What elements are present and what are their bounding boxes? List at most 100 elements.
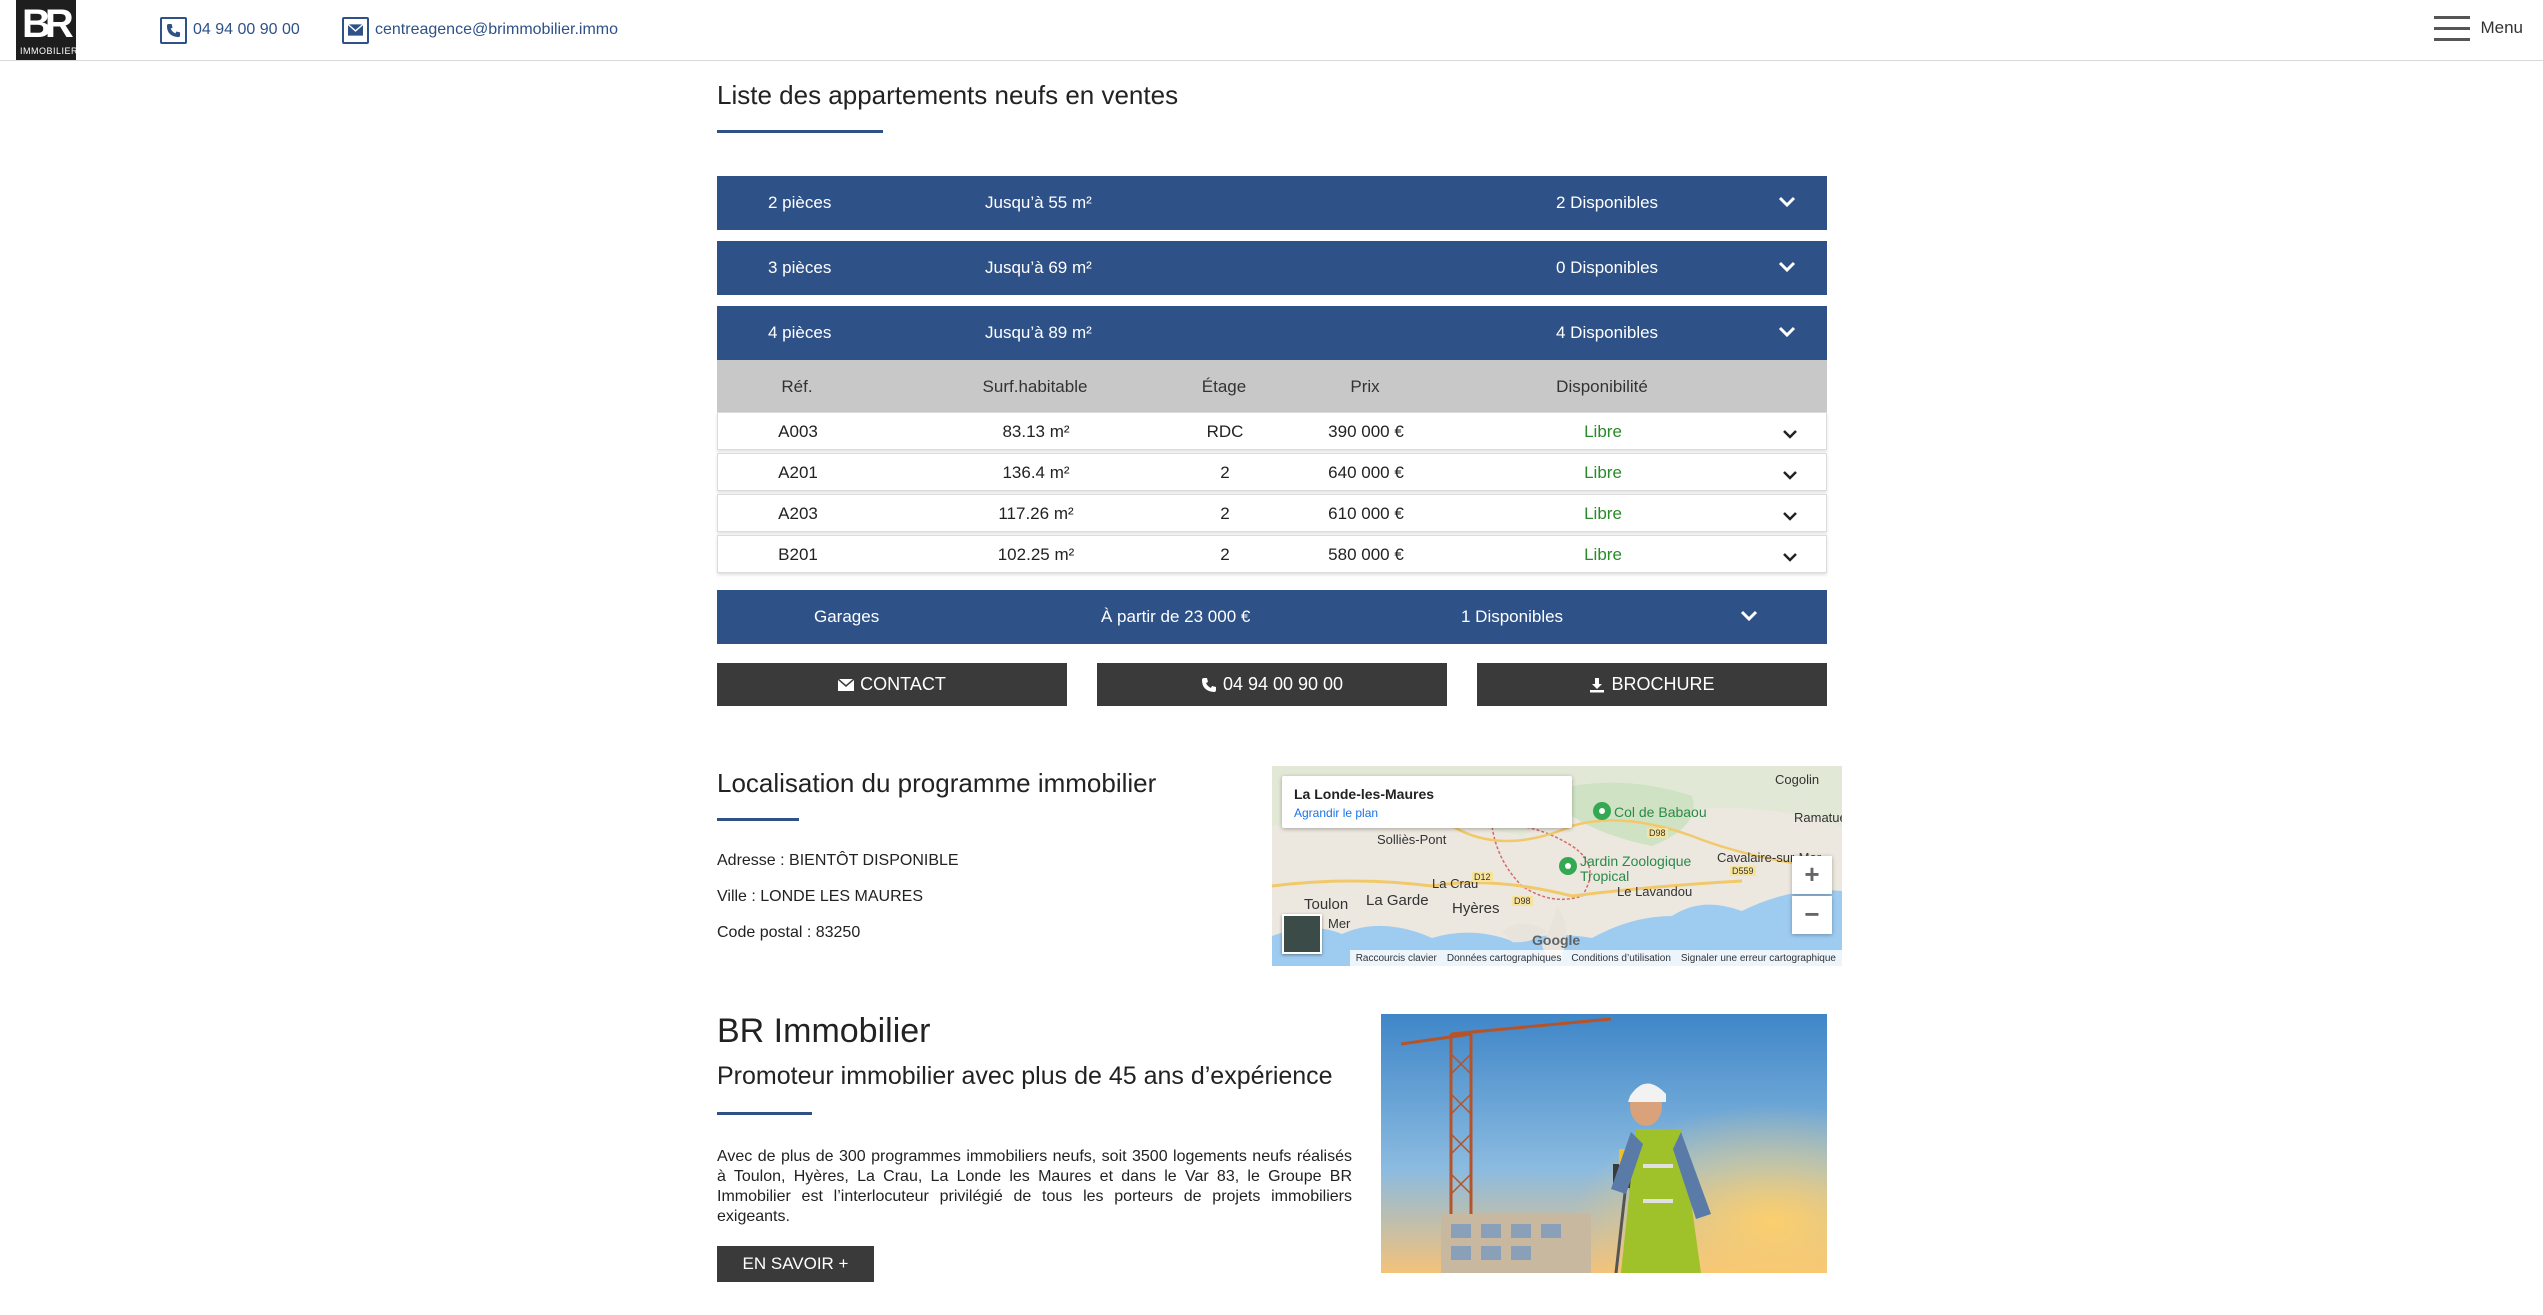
cell-price: 610 000 € — [1328, 504, 1404, 523]
map-road-d559: D559 — [1730, 866, 1756, 876]
chevron-down-icon — [1783, 512, 1797, 521]
location-title-underline — [717, 818, 799, 821]
menu-button[interactable]: Menu — [2434, 14, 2523, 42]
learn-more-button[interactable]: EN SAVOIR + — [717, 1246, 874, 1282]
map-keyboard-shortcuts[interactable]: Raccourcis clavier — [1356, 953, 1437, 964]
satellite-toggle[interactable] — [1282, 914, 1322, 954]
cell-ref: B201 — [778, 545, 818, 564]
cell-floor: 2 — [1220, 504, 1230, 523]
contact-button[interactable]: CONTACT — [717, 663, 1067, 706]
cell-ref: A203 — [778, 504, 818, 523]
google-logo: Google — [1532, 932, 1581, 948]
listing-title: Liste des appartements neufs en ventes — [717, 80, 1179, 110]
accordion-surface: Jusqu’à 89 m² — [985, 323, 1092, 342]
map-data-link[interactable]: Données cartographiques — [1447, 953, 1562, 964]
header-email-address: centreagence@brimmobilier.immo — [375, 21, 618, 38]
map-label-toulon: Toulon — [1304, 896, 1349, 913]
col-price: Prix — [1350, 377, 1380, 396]
garages-price: À partir de 23 000 € — [1101, 607, 1251, 626]
map-footer: Raccourcis clavier Données cartographiqu… — [1350, 950, 1842, 966]
map-label-sollies: Solliès-Pont — [1377, 832, 1447, 847]
map-road-d98-south: D98 — [1512, 896, 1533, 906]
about-underline — [717, 1112, 812, 1115]
col-availability: Disponibilité — [1556, 377, 1648, 396]
accordion-rooms: 4 pièces — [768, 323, 832, 342]
accordion-available: 4 Disponibles — [1556, 323, 1659, 342]
table-row[interactable]: A203 117.26 m² 2 610 000 € Libre — [717, 494, 1827, 532]
call-button-label: 04 94 00 90 00 — [1222, 674, 1344, 694]
cell-status: Libre — [1584, 422, 1622, 441]
zoom-out-button[interactable]: − — [1792, 896, 1832, 934]
contact-button-label: CONTACT — [860, 674, 946, 694]
table-row[interactable]: A201 136.4 m² 2 640 000 € Libre — [717, 453, 1827, 491]
chevron-down-icon — [1778, 196, 1796, 208]
map-label-mer: Mer — [1328, 916, 1351, 931]
envelope-icon — [342, 16, 369, 44]
accordion-rooms: 2 pièces — [768, 193, 832, 212]
envelope-icon — [838, 678, 855, 691]
brochure-button[interactable]: BROCHURE — [1477, 663, 1827, 706]
map-terms-link[interactable]: Conditions d’utilisation — [1571, 953, 1671, 964]
chevron-down-icon — [1783, 430, 1797, 439]
header-email-link[interactable]: centreagence@brimmobilier.immo — [342, 16, 618, 44]
cell-ref: A201 — [778, 463, 818, 482]
call-button[interactable]: 04 94 00 90 00 — [1097, 663, 1447, 706]
chevron-down-icon — [1740, 610, 1758, 622]
map-label-la-garde: La Garde — [1366, 892, 1429, 909]
accordion-rooms: 3 pièces — [768, 258, 832, 277]
table-row[interactable]: B201 102.25 m² 2 580 000 € Libre — [717, 535, 1827, 573]
accordion-3-pieces[interactable]: 3 pièces Jusqu’à 69 m² 0 Disponibles — [717, 241, 1827, 295]
chevron-down-icon — [1783, 471, 1797, 480]
accordion-available: 2 Disponibles — [1556, 193, 1659, 212]
cell-surface: 117.26 m² — [998, 504, 1074, 523]
cell-surface: 136.4 m² — [1002, 463, 1070, 482]
map-info-popup: La Londe-les-Maures Agrandir le plan — [1282, 776, 1572, 828]
construction-worker-image — [1381, 1014, 1827, 1273]
about-title: BR Immobilier — [717, 1012, 931, 1050]
accordion-garages[interactable]: Garages À partir de 23 000 € 1 Disponibl… — [717, 590, 1827, 644]
cell-surface: 83.13 m² — [1002, 422, 1070, 441]
cell-status: Libre — [1584, 504, 1622, 523]
map-report-error-link[interactable]: Signaler une erreur cartographique — [1681, 953, 1836, 964]
header-phone-link[interactable]: 04 94 00 90 00 — [160, 16, 300, 44]
garages-available: 1 Disponibles — [1461, 607, 1564, 626]
col-floor: Étage — [1201, 377, 1247, 396]
construction-photo — [1381, 1014, 1827, 1273]
map-label-lavandou: Le Lavandou — [1617, 884, 1693, 899]
cell-price: 390 000 € — [1328, 422, 1404, 441]
about-paragraph: Avec de plus de 300 programmes immobilie… — [717, 1148, 1352, 1225]
cell-price: 580 000 € — [1328, 545, 1404, 564]
download-icon — [1590, 677, 1605, 692]
postal-code-line: Code postal : 83250 — [717, 924, 861, 941]
accordion-4-pieces[interactable]: 4 pièces Jusqu’à 89 m² 4 Disponibles — [717, 306, 1827, 360]
city-line: Ville : LONDE LES MAURES — [717, 888, 923, 905]
phone-icon — [160, 16, 187, 44]
chevron-down-icon — [1778, 261, 1796, 273]
brochure-button-label: BROCHURE — [1611, 674, 1715, 694]
enlarge-map-link[interactable]: Agrandir le plan — [1294, 806, 1378, 820]
header-phone-number: 04 94 00 90 00 — [193, 21, 300, 38]
map-road-d98: D98 — [1647, 828, 1668, 838]
accordion-surface: Jusqu’à 55 m² — [985, 193, 1092, 212]
accordion-surface: Jusqu’à 69 m² — [985, 258, 1092, 277]
accordion-2-pieces[interactable]: 2 pièces Jusqu’à 55 m² 2 Disponibles — [717, 176, 1827, 230]
chevron-down-icon — [1783, 553, 1797, 562]
br-logo[interactable]: BR IMMOBILIER — [16, 0, 79, 60]
listing-title-underline — [717, 130, 883, 133]
hamburger-icon — [2434, 14, 2471, 42]
map-label-hyeres: Hyères — [1452, 900, 1500, 917]
phone-icon — [1201, 677, 1216, 692]
logo-mark: BR — [22, 2, 74, 46]
logo-subtitle: IMMOBILIER — [20, 46, 79, 56]
top-navbar: BR IMMOBILIER 04 94 00 90 00 centreagenc… — [0, 0, 2543, 61]
col-surface: Surf.habitable — [982, 377, 1088, 396]
zoom-in-button[interactable]: + — [1792, 856, 1832, 894]
map-popup-title: La Londe-les-Maures — [1294, 786, 1435, 802]
cell-status: Libre — [1584, 545, 1622, 564]
google-map[interactable]: Solliès-Pont Toulon La Garde Hyères La C… — [1272, 766, 1842, 966]
menu-label: Menu — [2480, 18, 2523, 37]
map-label-ramatuelle: Ramatue — [1794, 810, 1842, 825]
location-title: Localisation du programme immobilier — [717, 768, 1157, 798]
map-label-col-de-babaou: Col de Babaou — [1614, 804, 1707, 820]
table-row[interactable]: A003 83.13 m² RDC 390 000 € Libre — [717, 412, 1827, 450]
